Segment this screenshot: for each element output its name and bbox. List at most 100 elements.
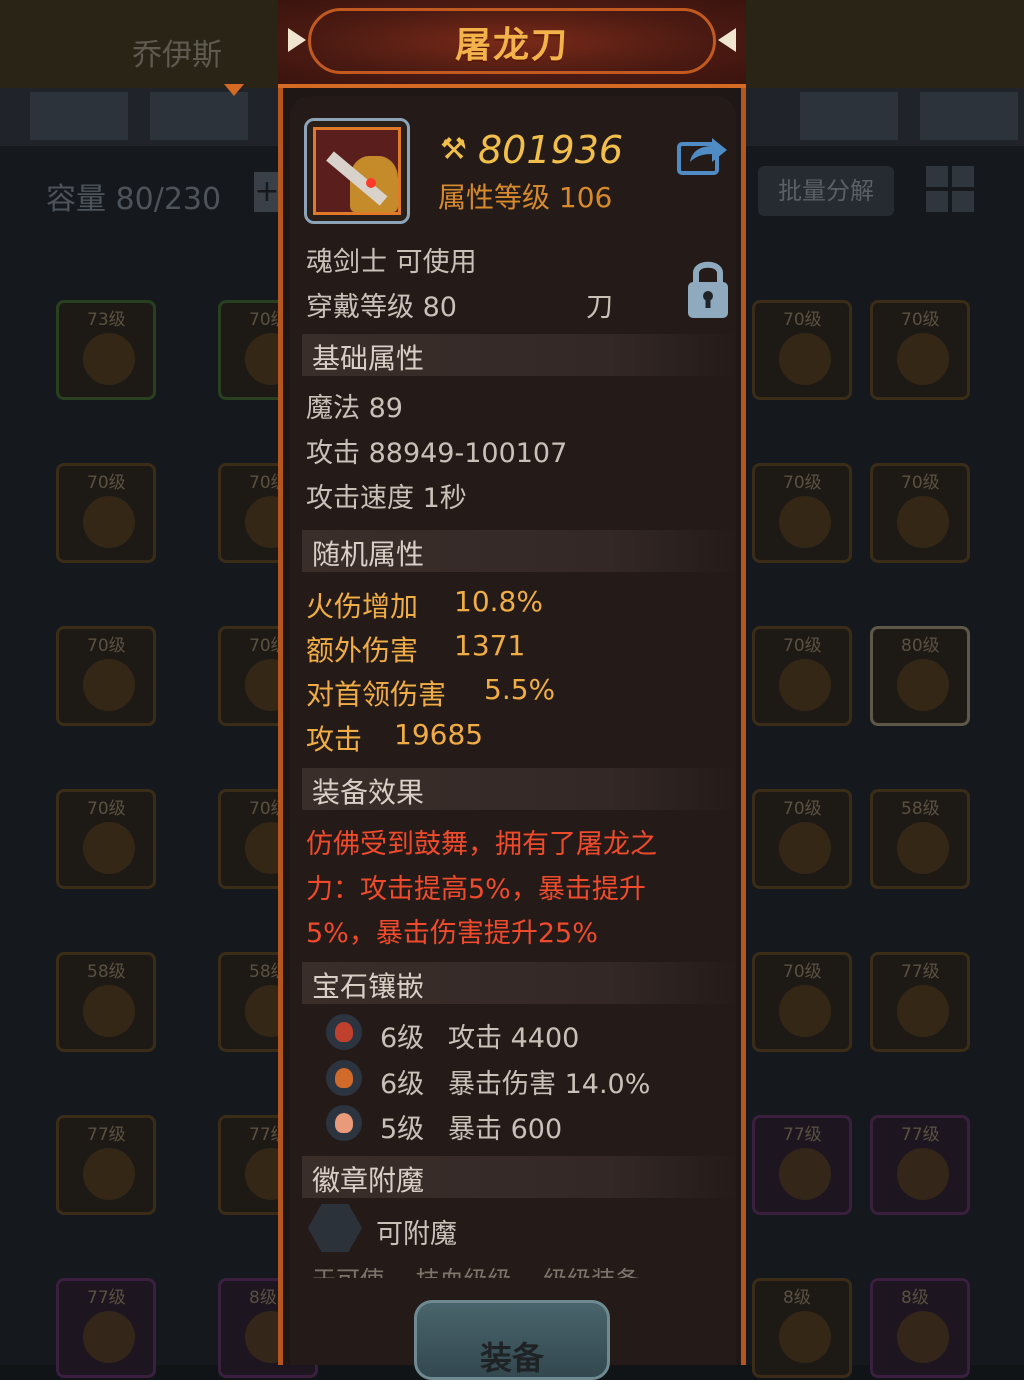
- combat-power: 801936: [478, 128, 624, 172]
- gems-header: 宝石镶嵌: [302, 962, 738, 1004]
- wear-level: 穿戴等级 80: [306, 292, 457, 323]
- slot-item-icon: [779, 1148, 831, 1200]
- usable-class: 魂剑士 可使用: [306, 247, 477, 278]
- attribute-level: 属性等级 106: [438, 181, 613, 214]
- shelf-slot: [800, 92, 898, 140]
- inventory-slot[interactable]: 70级: [752, 300, 852, 400]
- inventory-slot[interactable]: 70级: [752, 789, 852, 889]
- pink-gem-icon: [326, 1105, 362, 1141]
- inventory-slot[interactable]: 77级: [752, 1115, 852, 1215]
- power-icon: ⚒: [440, 132, 467, 167]
- inventory-slot[interactable]: 70级: [870, 463, 970, 563]
- slot-level-label: 70级: [783, 799, 822, 819]
- slot-item-icon: [897, 985, 949, 1037]
- slot-level-label: 8级: [901, 1288, 929, 1308]
- slot-item-icon: [83, 1148, 135, 1200]
- character-name: 乔伊斯: [132, 38, 222, 73]
- random-attr-value: 1371: [454, 629, 526, 662]
- slot-item-icon: [779, 822, 831, 874]
- slot-level-label: 70级: [783, 310, 822, 330]
- grid-view-icon[interactable]: [924, 164, 976, 214]
- slot-level-label: 70级: [783, 962, 822, 982]
- inventory-slot[interactable]: 70级: [752, 626, 852, 726]
- equip-effect-text: 5%，暴击伤害提升25%: [306, 918, 598, 949]
- slot-item-icon: [83, 333, 135, 385]
- slot-level-label: 70级: [783, 473, 822, 493]
- random-attr-value: 19685: [394, 718, 484, 751]
- item-icon: [304, 118, 410, 224]
- title-bar: 屠龙刀: [278, 0, 746, 88]
- slot-level-label: 8级: [249, 1288, 277, 1308]
- item-icon-frame: [313, 127, 401, 215]
- shelf-slot: [920, 92, 1018, 140]
- slot-level-label: 73级: [87, 310, 126, 330]
- base-attribute-attack-speed: 攻击速度 1秒: [306, 483, 467, 514]
- inventory-slot[interactable]: 77级: [56, 1278, 156, 1378]
- slot-level-label: 70级: [901, 310, 940, 330]
- inventory-slot[interactable]: 70级: [56, 789, 156, 889]
- shelf-slot: [30, 92, 128, 140]
- equip-effect-text: 仿佛受到鼓舞，拥有了屠龙之: [306, 829, 657, 860]
- item-name: 屠龙刀: [454, 25, 569, 66]
- gem-level: 6级: [380, 1069, 425, 1100]
- inventory-slot[interactable]: 58级: [870, 789, 970, 889]
- slot-item-icon: [779, 496, 831, 548]
- ruby-gem-icon: [326, 1014, 362, 1050]
- expand-capacity-button[interactable]: +: [254, 172, 280, 212]
- shelf-slot: [150, 92, 248, 140]
- random-attr-name: 额外伤害: [306, 634, 419, 667]
- slot-item-icon: [83, 985, 135, 1037]
- inventory-slot[interactable]: 8级: [752, 1278, 852, 1378]
- slot-item-icon: [83, 822, 135, 874]
- slot-level-label: 77级: [87, 1125, 126, 1145]
- slot-level-label: 70级: [901, 473, 940, 493]
- slot-item-icon: [897, 659, 949, 711]
- slot-item-icon: [897, 333, 949, 385]
- slot-item-icon: [83, 1311, 135, 1363]
- inventory-slot[interactable]: 58级: [56, 952, 156, 1052]
- inventory-slot[interactable]: 73级: [56, 300, 156, 400]
- random-attr-value: 10.8%: [454, 585, 543, 618]
- slot-item-icon: [83, 659, 135, 711]
- base-attribute-magic: 魔法 89: [306, 393, 403, 424]
- share-icon[interactable]: [676, 132, 730, 176]
- inventory-slot[interactable]: 70级: [56, 626, 156, 726]
- slot-level-label: 77级: [901, 962, 940, 982]
- lock-icon[interactable]: [686, 256, 730, 320]
- capacity-label: 容量 80/230: [46, 182, 222, 217]
- inventory-slot[interactable]: 70级: [870, 300, 970, 400]
- inventory-slot[interactable]: 77级: [56, 1115, 156, 1215]
- inventory-slot[interactable]: 77级: [870, 952, 970, 1052]
- slot-item-icon: [897, 1311, 949, 1363]
- gem-effect: 攻击 4400: [448, 1023, 580, 1054]
- slot-item-icon: [897, 496, 949, 548]
- slot-level-label: 70级: [783, 636, 822, 656]
- inventory-slot[interactable]: 70级: [752, 952, 852, 1052]
- random-attributes-header: 随机属性: [302, 530, 738, 572]
- equip-button[interactable]: 装备: [414, 1300, 610, 1380]
- gem-effect: 暴击 600: [448, 1114, 563, 1145]
- slot-item-icon: [779, 1311, 831, 1363]
- amber-gem-icon: [326, 1060, 362, 1096]
- slot-level-label: 58级: [901, 799, 940, 819]
- slot-level-label: 70级: [87, 636, 126, 656]
- slot-item-icon: [83, 496, 135, 548]
- slot-item-icon: [779, 333, 831, 385]
- inventory-slot[interactable]: 8级: [870, 1278, 970, 1378]
- gem-level: 6级: [380, 1023, 425, 1054]
- base-attribute-attack: 攻击 88949-100107: [306, 438, 568, 469]
- batch-decompose-button[interactable]: 批量分解: [758, 166, 894, 216]
- slot-item-icon: [779, 659, 831, 711]
- random-attr-name: 火伤增加: [306, 590, 419, 623]
- inventory-slot[interactable]: 70级: [56, 463, 156, 563]
- next-item-arrow-icon[interactable]: [718, 28, 736, 52]
- inventory-slot[interactable]: 77级: [870, 1115, 970, 1215]
- equip-effect-text: 力：攻击提高5%，暴击提升: [306, 874, 646, 905]
- inventory-slot[interactable]: 80级: [870, 626, 970, 726]
- title-notch-icon: [224, 84, 244, 96]
- inventory-slot[interactable]: 70级: [752, 463, 852, 563]
- slot-item-icon: [897, 822, 949, 874]
- slot-level-label: 77级: [87, 1288, 126, 1308]
- slot-level-label: 70级: [87, 799, 126, 819]
- slot-level-label: 77级: [901, 1125, 940, 1145]
